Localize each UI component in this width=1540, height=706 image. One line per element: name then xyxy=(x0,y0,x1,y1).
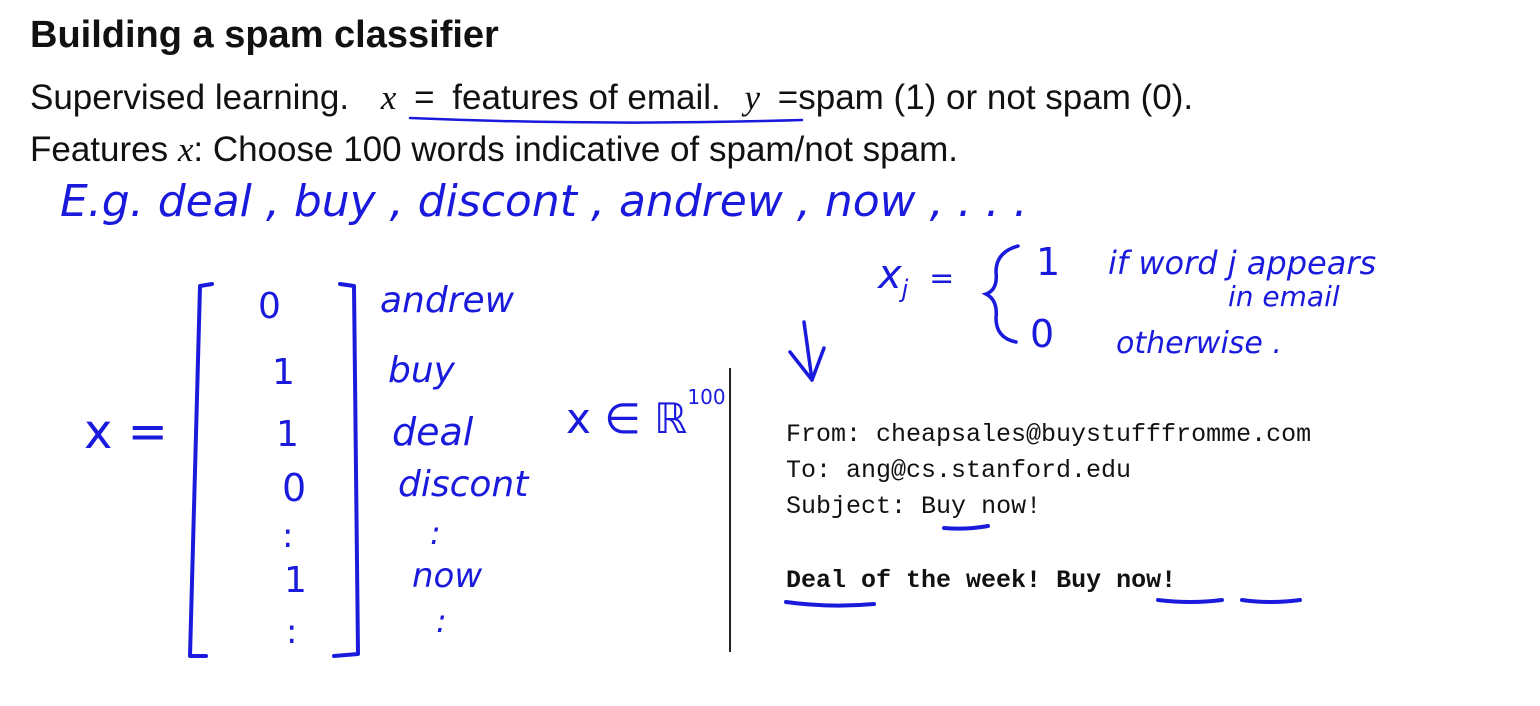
vector-word-now: now xyxy=(412,556,483,596)
membership-exponent: 100 xyxy=(687,385,726,409)
email-body: Deal of the week! Buy now! xyxy=(786,566,1176,595)
vector-ellipsis-2: : xyxy=(286,612,298,652)
vector-word-ellipsis-2: : xyxy=(436,602,447,640)
case1-text-2: in email xyxy=(1228,280,1340,313)
vector-value-deal: 1 xyxy=(276,414,299,455)
email-to: To: ang@cs.stanford.edu xyxy=(786,456,1132,485)
xj-subscript: j xyxy=(901,275,909,303)
supervised-label: Supervised learning. xyxy=(30,78,350,117)
supervised-line: Supervised learning. x = features of ema… xyxy=(30,78,1193,118)
case1-text: if word j appears xyxy=(1108,244,1377,282)
features-label: Features xyxy=(30,130,169,169)
down-arrow-head xyxy=(788,346,826,382)
vector-value-now: 1 xyxy=(284,560,307,601)
x-variable-2: x xyxy=(177,130,194,169)
vector-word-buy: buy xyxy=(388,350,455,391)
vector-word-andrew: andrew xyxy=(380,280,515,321)
vector-left-bracket xyxy=(188,282,214,658)
email-body-word-now: now! xyxy=(1116,566,1177,595)
email-body-word-buy: Buy xyxy=(1056,566,1102,595)
email-subject-word-now: now! xyxy=(981,492,1042,521)
equals-sign-2: = xyxy=(777,78,799,117)
vector-value-discont: 0 xyxy=(282,466,307,510)
underline-subject-buy xyxy=(942,524,990,531)
underline-body-deal xyxy=(784,600,876,608)
handwritten-examples: E.g. deal , buy , discont , andrew , now… xyxy=(60,176,1028,227)
email-subject-label: Subject: xyxy=(786,492,907,521)
vector-ellipsis-1: : xyxy=(282,516,294,556)
lecture-slide: Building a spam classifier Supervised le… xyxy=(0,0,1540,706)
email-from: From: cheapsales@buystufffromme.com xyxy=(786,420,1312,449)
vector-word-ellipsis-1: : xyxy=(430,514,441,552)
vector-value-andrew: 0 xyxy=(258,286,281,327)
choose-words-text: : Choose 100 words indicative of spam/no… xyxy=(193,130,958,169)
vector-word-discont: discont xyxy=(398,464,529,505)
xj-equals: = xyxy=(929,261,955,296)
xj-symbol: x xyxy=(878,252,902,298)
case2-value: 0 xyxy=(1030,312,1055,356)
vector-word-deal: deal xyxy=(392,410,474,454)
features-underline xyxy=(408,116,804,124)
email-body-word-deal: Deal xyxy=(786,566,847,595)
vector-right-bracket xyxy=(332,282,360,658)
cases-brace xyxy=(981,244,1020,344)
membership-statement: x ∈ ℝ100 xyxy=(566,385,726,443)
vector-value-buy: 1 xyxy=(272,352,295,393)
equals-sign: = xyxy=(414,78,435,117)
underline-body-buy xyxy=(1156,598,1224,604)
features-line: Features x: Choose 100 words indicative … xyxy=(30,130,958,170)
handwritten-x-equals: x = xyxy=(84,404,168,460)
features-of-email-text: features of email. xyxy=(452,78,721,117)
case2-text: otherwise . xyxy=(1116,326,1282,361)
slide-title: Building a spam classifier xyxy=(30,14,499,56)
email-body-middle: of the week! xyxy=(861,566,1042,595)
email-subject-word-buy: Buy xyxy=(921,492,967,521)
xj-lhs: xj = xyxy=(878,252,954,303)
y-variable: y xyxy=(744,78,761,117)
membership-text: x ∈ ℝ xyxy=(566,394,688,443)
spam-definition-text: spam (1) or not spam (0). xyxy=(798,78,1194,117)
case1-value: 1 xyxy=(1036,240,1061,284)
email-subject: Subject: Buy now! xyxy=(786,492,1041,521)
x-variable: x xyxy=(380,78,397,117)
down-arrow-shaft xyxy=(802,320,814,382)
underline-body-now xyxy=(1240,598,1302,604)
